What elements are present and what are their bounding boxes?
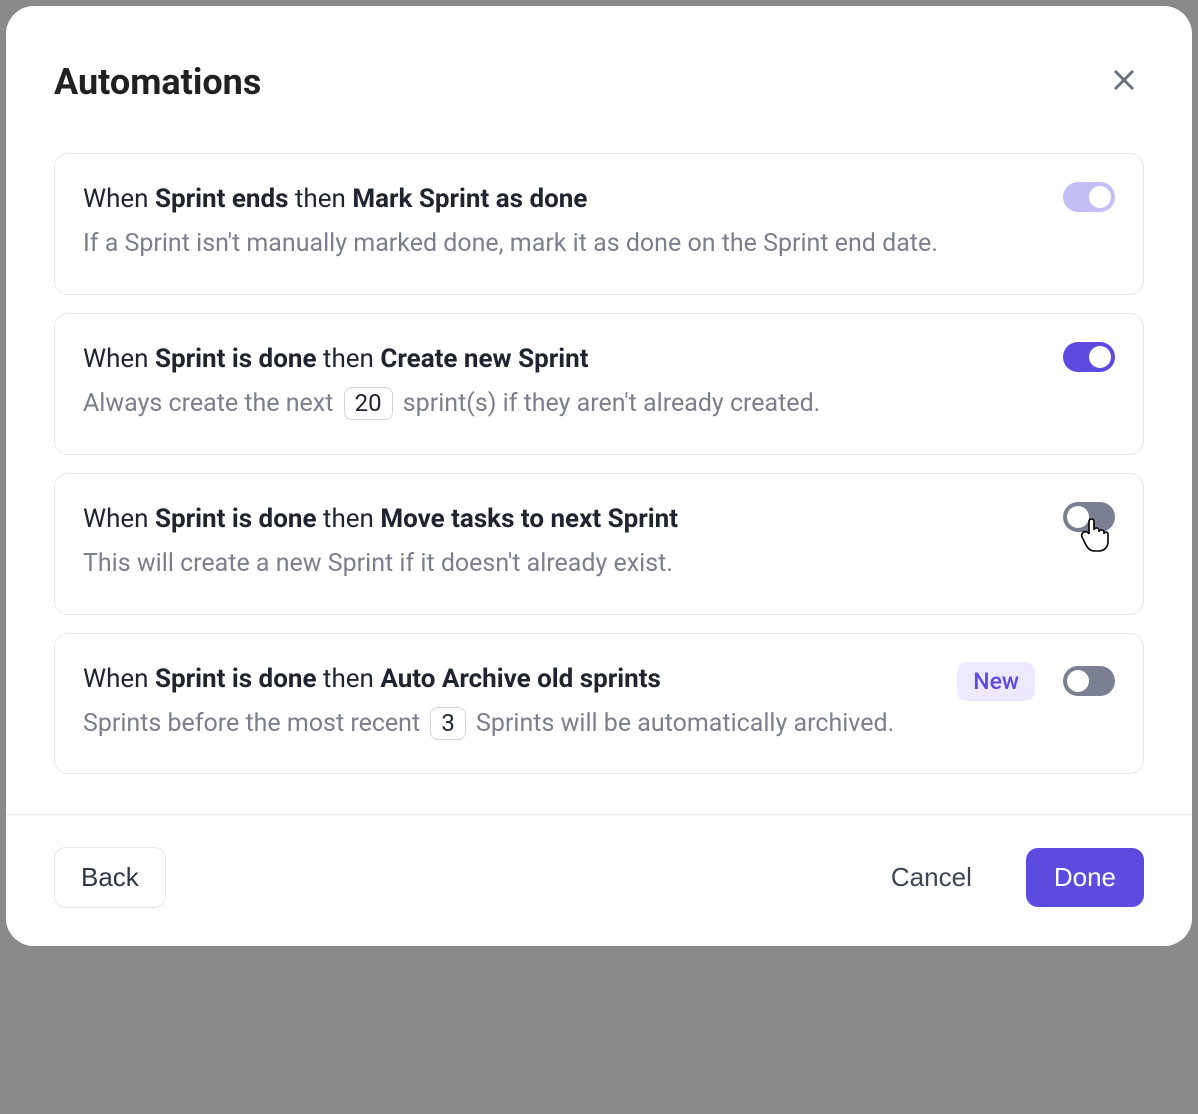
card-description: Always create the next 20 sprint(s) if t… (83, 385, 1043, 424)
automation-card: When Sprint is done then Create new Spri… (54, 313, 1144, 455)
card-title: When Sprint ends then Mark Sprint as don… (83, 182, 1043, 217)
title-when: When (83, 184, 155, 214)
done-button[interactable]: Done (1026, 848, 1144, 907)
card-content: When Sprint ends then Mark Sprint as don… (83, 182, 1043, 264)
title-then: then (288, 184, 352, 214)
card-title: When Sprint is done then Auto Archive ol… (83, 662, 937, 697)
desc-after: sprint(s) if they aren't already created… (397, 389, 821, 418)
card-right (1063, 502, 1115, 532)
cancel-button[interactable]: Cancel (865, 848, 998, 907)
title-trigger: Sprint ends (155, 184, 288, 214)
toggle-switch[interactable] (1063, 502, 1115, 532)
title-action: Move tasks to next Sprint (380, 504, 678, 534)
sprint-count-input[interactable]: 20 (344, 387, 393, 420)
card-description: If a Sprint isn't manually marked done, … (83, 225, 1043, 264)
footer-left: Back (54, 847, 166, 908)
modal-body: Automations When Sprint ends then Mark S… (6, 6, 1192, 814)
title-then: then (316, 504, 380, 534)
modal-header: Automations (54, 60, 1144, 103)
title-when: When (83, 664, 155, 694)
toggle-knob (1067, 670, 1089, 692)
title-action: Create new Sprint (380, 344, 588, 374)
title-trigger: Sprint is done (155, 664, 317, 694)
card-title: When Sprint is done then Move tasks to n… (83, 502, 1043, 537)
automation-card: When Sprint is done then Auto Archive ol… (54, 633, 1144, 775)
card-right (1063, 182, 1115, 212)
back-button[interactable]: Back (54, 847, 166, 908)
title-then: then (316, 664, 380, 694)
automation-card: When Sprint ends then Mark Sprint as don… (54, 153, 1144, 295)
toggle-knob (1089, 346, 1111, 368)
archive-count-input[interactable]: 3 (430, 707, 466, 740)
close-button[interactable] (1104, 60, 1144, 103)
title-trigger: Sprint is done (155, 504, 317, 534)
title-trigger: Sprint is done (155, 344, 317, 374)
desc-before: Sprints before the most recent (83, 709, 426, 738)
title-when: When (83, 344, 155, 374)
automation-card: When Sprint is done then Move tasks to n… (54, 473, 1144, 615)
automations-modal: Automations When Sprint ends then Mark S… (6, 6, 1192, 946)
desc-after: Sprints will be automatically archived. (470, 709, 894, 738)
card-content: When Sprint is done then Move tasks to n… (83, 502, 1043, 584)
card-content: When Sprint is done then Create new Spri… (83, 342, 1043, 424)
modal-footer: Back Cancel Done (6, 814, 1192, 946)
title-then: then (316, 344, 380, 374)
desc-before: Always create the next (83, 389, 340, 418)
card-content: When Sprint is done then Auto Archive ol… (83, 662, 937, 744)
toggle-knob (1067, 506, 1089, 528)
toggle-switch[interactable] (1063, 342, 1115, 372)
card-title: When Sprint is done then Create new Spri… (83, 342, 1043, 377)
close-icon (1110, 66, 1138, 97)
title-action: Mark Sprint as done (352, 184, 587, 214)
title-action: Auto Archive old sprints (380, 664, 661, 694)
card-description: Sprints before the most recent 3 Sprints… (83, 705, 937, 744)
modal-title: Automations (54, 61, 261, 103)
card-right: New (957, 662, 1115, 701)
card-right (1063, 342, 1115, 372)
toggle-switch[interactable] (1063, 666, 1115, 696)
new-badge: New (957, 662, 1035, 701)
title-when: When (83, 504, 155, 534)
footer-right: Cancel Done (865, 848, 1144, 907)
toggle-switch[interactable] (1063, 182, 1115, 212)
toggle-knob (1089, 186, 1111, 208)
card-description: This will create a new Sprint if it does… (83, 545, 1043, 584)
